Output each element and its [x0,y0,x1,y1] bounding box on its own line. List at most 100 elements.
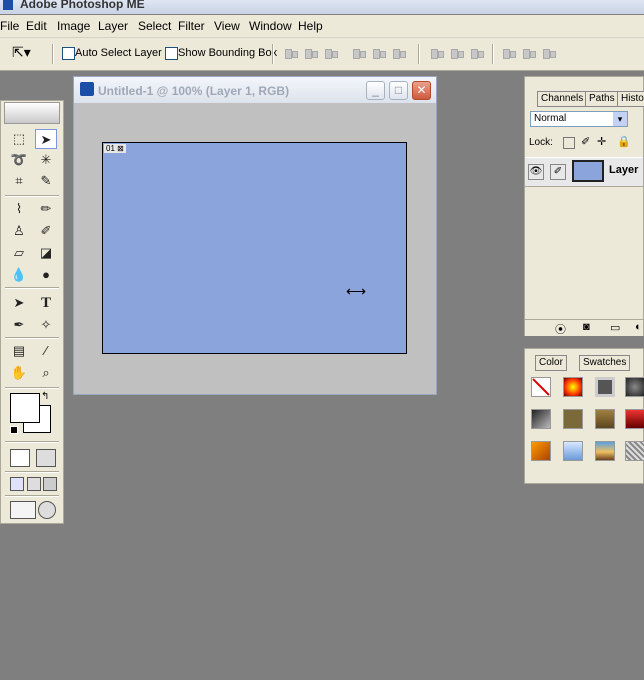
default-colors-icon[interactable] [10,426,18,434]
foreground-color-swatch[interactable] [10,393,40,423]
document-window: Untitled-1 @ 100% (Layer 1, RGB) _ □ ✕ 0… [73,76,437,395]
eyedropper-tool-icon[interactable]: ⁄ [35,341,57,361]
tab-paths[interactable]: Paths [585,91,619,107]
distribute-bottom-icon[interactable] [470,47,484,59]
chevron-down-icon[interactable]: ▾ [613,112,627,126]
lock-transparency-icon[interactable] [563,137,575,149]
crop-tool-icon[interactable]: ⌗ [8,171,30,191]
lock-all-icon[interactable]: 🔒 [617,135,631,148]
document-title-bar[interactable]: Untitled-1 @ 100% (Layer 1, RGB) _ □ ✕ [74,77,436,103]
lasso-tool-icon[interactable]: ➰ [8,150,30,170]
distribute-hcenter-icon[interactable] [522,47,536,59]
align-hcenter-icon[interactable] [372,47,386,59]
type-tool-icon[interactable]: T [35,293,57,313]
menu-window[interactable]: Window [249,19,292,33]
style-swatch[interactable] [595,441,615,461]
full-screen-menu-icon[interactable] [27,477,41,491]
style-swatch[interactable] [563,377,583,397]
style-swatch[interactable] [625,409,644,429]
paint-bucket-icon[interactable]: ◪ [35,243,57,263]
style-swatch[interactable] [563,409,583,429]
visibility-eye-icon[interactable]: 👁 [528,164,544,180]
magic-wand-tool-icon[interactable]: ✳ [35,150,57,170]
distribute-right-icon[interactable] [542,47,556,59]
tab-swatches[interactable]: Swatches [579,355,631,371]
adjustment-layer-icon[interactable]: ◐ [635,321,642,333]
notes-tool-icon[interactable]: ▤ [8,341,30,361]
tab-color[interactable]: Color [535,355,567,371]
minimize-button[interactable]: _ [366,81,385,100]
zoom-tool-icon[interactable]: ⌕ [35,363,57,383]
settings-icon[interactable] [38,501,56,519]
new-set-icon[interactable]: ▭ [610,321,620,334]
path-selection-icon[interactable]: ➤ [8,293,30,313]
standard-mode-icon[interactable] [10,449,30,467]
close-button[interactable]: ✕ [412,81,431,100]
slice-label: 01 ⊠ [104,144,126,153]
hand-tool-icon[interactable]: ✋ [8,363,30,383]
app-title: Adobe Photoshop ME [20,0,145,11]
custom-shape-icon[interactable]: ✧ [35,315,57,335]
blend-mode-select[interactable]: Normal ▾ [530,111,628,127]
eraser-tool-icon[interactable]: ▱ [8,243,30,263]
bounding-box-checkbox[interactable] [165,47,178,60]
style-swatch[interactable] [625,441,644,461]
history-brush-icon[interactable]: ✐ [35,221,57,241]
dodge-tool-icon[interactable]: ● [35,265,57,285]
menu-file[interactable]: File [0,19,19,33]
menu-layer[interactable]: Layer [98,19,128,33]
move-tool-icon[interactable]: ➤ [35,129,57,149]
distribute-top-icon[interactable] [430,47,444,59]
layers-palette: Channels Paths Histo Normal ▾ Lock: ✐ ✛ … [524,76,644,336]
add-mask-icon[interactable]: ◙ [583,321,590,333]
lock-position-icon[interactable]: ✛ [597,135,606,148]
align-left-icon[interactable] [352,47,366,59]
align-bottom-icon[interactable] [324,47,338,59]
slice-number: 01 [106,144,115,153]
menu-help[interactable]: Help [298,19,323,33]
style-swatch[interactable] [595,409,615,429]
swap-colors-icon[interactable]: ↰ [41,391,49,402]
brush-tool-icon[interactable]: ✏ [35,199,57,219]
brush-link-icon[interactable]: ✐ [550,164,566,180]
maximize-button[interactable]: □ [389,81,408,100]
standard-screen-icon[interactable] [10,477,24,491]
align-right-icon[interactable] [392,47,406,59]
menu-edit[interactable]: Edit [26,19,47,33]
layer-row[interactable]: 👁 ✐ Layer [525,157,643,187]
no-style-swatch[interactable] [531,377,551,397]
quick-mask-mode-icon[interactable] [36,449,56,467]
menu-filter[interactable]: Filter [178,19,205,33]
add-style-icon[interactable]: ⦿ [555,321,566,337]
clone-stamp-icon[interactable]: ♙ [8,221,30,241]
style-swatch[interactable] [625,377,644,397]
distribute-vcenter-icon[interactable] [450,47,464,59]
menu-image[interactable]: Image [57,19,90,33]
adobe-online-eye-icon[interactable] [4,102,60,124]
slice-tool-icon[interactable]: ✎ [35,171,57,191]
image-canvas[interactable]: 01 ⊠ ⟷ [102,142,407,354]
menu-view[interactable]: View [214,19,240,33]
toolbox-separator [5,387,59,389]
tab-history[interactable]: Histo [617,91,644,107]
lock-image-icon[interactable]: ✐ [581,135,590,148]
jump-to-imageready-icon[interactable] [10,501,36,519]
pen-tool-icon[interactable]: ✒ [8,315,30,335]
distribute-left-icon[interactable] [502,47,516,59]
style-swatch[interactable] [531,409,551,429]
style-swatch[interactable] [595,377,615,397]
full-screen-icon[interactable] [43,477,57,491]
style-swatch[interactable] [563,441,583,461]
toolbox: ⬚ ➤ ➰ ✳ ⌗ ✎ ⌇ ✏ ♙ ✐ ▱ ◪ 💧 ● ➤ T ✒ ✧ ▤ ⁄ … [0,100,64,524]
tab-channels[interactable]: Channels [537,91,588,107]
menu-select[interactable]: Select [138,19,171,33]
healing-brush-icon[interactable]: ⌇ [8,199,30,219]
marquee-tool-icon[interactable]: ⬚ [8,129,30,149]
color-swatches-palette: Color Swatches [524,348,644,484]
align-vcenter-icon[interactable] [304,47,318,59]
move-tool-preset-icon[interactable]: ⇱▾ [12,44,31,61]
auto-select-checkbox[interactable] [62,47,75,60]
align-top-icon[interactable] [284,47,298,59]
blur-tool-icon[interactable]: 💧 [8,265,30,285]
style-swatch[interactable] [531,441,551,461]
